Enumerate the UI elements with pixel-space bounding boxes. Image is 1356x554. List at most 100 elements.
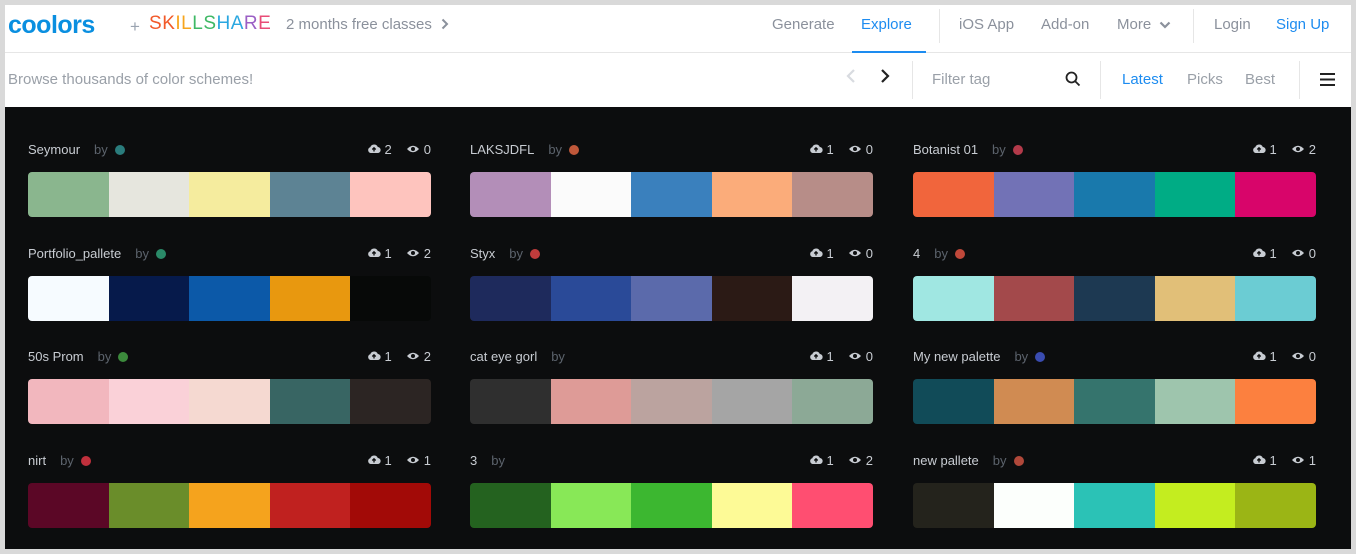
palette-name[interactable]: nirt — [28, 453, 46, 468]
avatar[interactable] — [1013, 456, 1024, 466]
palette-card[interactable]: Botanist 01 by 1 2 — [913, 140, 1316, 230]
color-swatch[interactable] — [792, 379, 873, 424]
color-swatch[interactable] — [470, 276, 551, 321]
sort-best[interactable]: Best — [1245, 71, 1275, 88]
avatar[interactable] — [80, 456, 91, 466]
color-swatch[interactable] — [350, 483, 431, 528]
color-swatch[interactable] — [631, 276, 712, 321]
search-icon[interactable] — [1065, 71, 1081, 92]
palette-name[interactable]: LAKSJDFL — [470, 142, 534, 157]
palette-card[interactable]: 3 by 1 2 — [470, 451, 873, 541]
palette-swatches[interactable] — [470, 379, 873, 424]
palette-swatches[interactable] — [470, 172, 873, 217]
avatar[interactable] — [530, 249, 541, 259]
save-icon[interactable] — [809, 349, 823, 364]
palette-swatches[interactable] — [913, 483, 1316, 528]
palette-name[interactable]: Botanist 01 — [913, 142, 978, 157]
color-swatch[interactable] — [1154, 483, 1236, 528]
palette-name[interactable]: 50s Prom — [28, 349, 84, 364]
color-swatch[interactable] — [711, 276, 793, 321]
palette-card[interactable]: Seymour by 2 0 — [28, 140, 431, 230]
avatar[interactable] — [114, 145, 125, 155]
color-swatch[interactable] — [913, 172, 994, 217]
skillshare-logo[interactable]: SKILLSHARE — [149, 13, 271, 35]
color-swatch[interactable] — [550, 276, 632, 321]
promo-link[interactable]: 2 months free classes — [286, 16, 449, 33]
color-swatch[interactable] — [269, 483, 351, 528]
color-swatch[interactable] — [913, 276, 994, 321]
color-swatch[interactable] — [350, 172, 431, 217]
save-icon[interactable] — [367, 349, 381, 364]
color-swatch[interactable] — [28, 379, 109, 424]
hamburger-menu-icon[interactable] — [1320, 73, 1335, 91]
color-swatch[interactable] — [269, 379, 351, 424]
color-swatch[interactable] — [550, 172, 632, 217]
color-swatch[interactable] — [108, 276, 190, 321]
palette-name[interactable]: Portfolio_pallete — [28, 246, 121, 261]
palette-swatches[interactable] — [470, 483, 873, 528]
palette-swatches[interactable] — [28, 276, 431, 321]
color-swatch[interactable] — [1074, 483, 1155, 528]
avatar[interactable] — [1012, 145, 1023, 155]
save-icon[interactable] — [809, 453, 823, 468]
color-swatch[interactable] — [913, 483, 994, 528]
avatar[interactable] — [954, 249, 965, 259]
color-swatch[interactable] — [993, 483, 1075, 528]
color-swatch[interactable] — [792, 483, 873, 528]
nav-generate[interactable]: Generate — [772, 16, 835, 33]
color-swatch[interactable] — [993, 379, 1075, 424]
color-swatch[interactable] — [470, 379, 551, 424]
avatar[interactable] — [118, 352, 129, 362]
save-icon[interactable] — [1252, 142, 1266, 157]
sort-picks[interactable]: Picks — [1187, 71, 1223, 88]
palette-swatches[interactable] — [913, 379, 1316, 424]
color-swatch[interactable] — [631, 483, 712, 528]
palette-swatches[interactable] — [470, 276, 873, 321]
color-swatch[interactable] — [1154, 172, 1236, 217]
save-icon[interactable] — [809, 142, 823, 157]
color-swatch[interactable] — [1235, 172, 1316, 217]
color-swatch[interactable] — [1154, 379, 1236, 424]
color-swatch[interactable] — [28, 172, 109, 217]
color-swatch[interactable] — [631, 172, 712, 217]
sort-latest[interactable]: Latest — [1122, 71, 1163, 88]
palette-name[interactable]: new pallete — [913, 453, 979, 468]
palette-card[interactable]: nirt by 1 1 — [28, 451, 431, 541]
palette-swatches[interactable] — [28, 172, 431, 217]
save-icon[interactable] — [1252, 349, 1266, 364]
color-swatch[interactable] — [189, 483, 270, 528]
color-swatch[interactable] — [269, 172, 351, 217]
palette-card[interactable]: 4 by 1 0 — [913, 244, 1316, 334]
palette-card[interactable]: LAKSJDFL by 1 0 — [470, 140, 873, 230]
palette-swatches[interactable] — [913, 172, 1316, 217]
color-swatch[interactable] — [913, 379, 994, 424]
avatar[interactable] — [1035, 352, 1046, 362]
color-swatch[interactable] — [470, 172, 551, 217]
color-swatch[interactable] — [470, 483, 551, 528]
save-icon[interactable] — [1252, 246, 1266, 261]
palette-card[interactable]: Styx by 1 0 — [470, 244, 873, 334]
color-swatch[interactable] — [550, 483, 632, 528]
palette-swatches[interactable] — [28, 483, 431, 528]
palette-card[interactable]: cat eye gorl by 1 0 — [470, 347, 873, 437]
avatar[interactable] — [155, 249, 166, 259]
coolors-logo[interactable]: coolors — [8, 11, 126, 41]
palette-swatches[interactable] — [913, 276, 1316, 321]
color-swatch[interactable] — [269, 276, 351, 321]
nav-ios-app[interactable]: iOS App — [959, 16, 1014, 33]
color-swatch[interactable] — [631, 379, 712, 424]
color-swatch[interactable] — [189, 379, 270, 424]
palette-card[interactable]: My new palette by 1 0 — [913, 347, 1316, 437]
browse-search-input[interactable]: Browse thousands of color schemes! — [8, 71, 253, 88]
next-page-icon[interactable] — [880, 68, 890, 89]
color-swatch[interactable] — [1074, 379, 1155, 424]
color-swatch[interactable] — [28, 483, 109, 528]
color-swatch[interactable] — [792, 172, 873, 217]
save-icon[interactable] — [1252, 453, 1266, 468]
color-swatch[interactable] — [711, 379, 793, 424]
color-swatch[interactable] — [711, 172, 793, 217]
color-swatch[interactable] — [108, 483, 190, 528]
color-swatch[interactable] — [1235, 483, 1316, 528]
nav-explore[interactable]: Explore — [861, 16, 912, 33]
palette-name[interactable]: cat eye gorl — [470, 349, 537, 364]
